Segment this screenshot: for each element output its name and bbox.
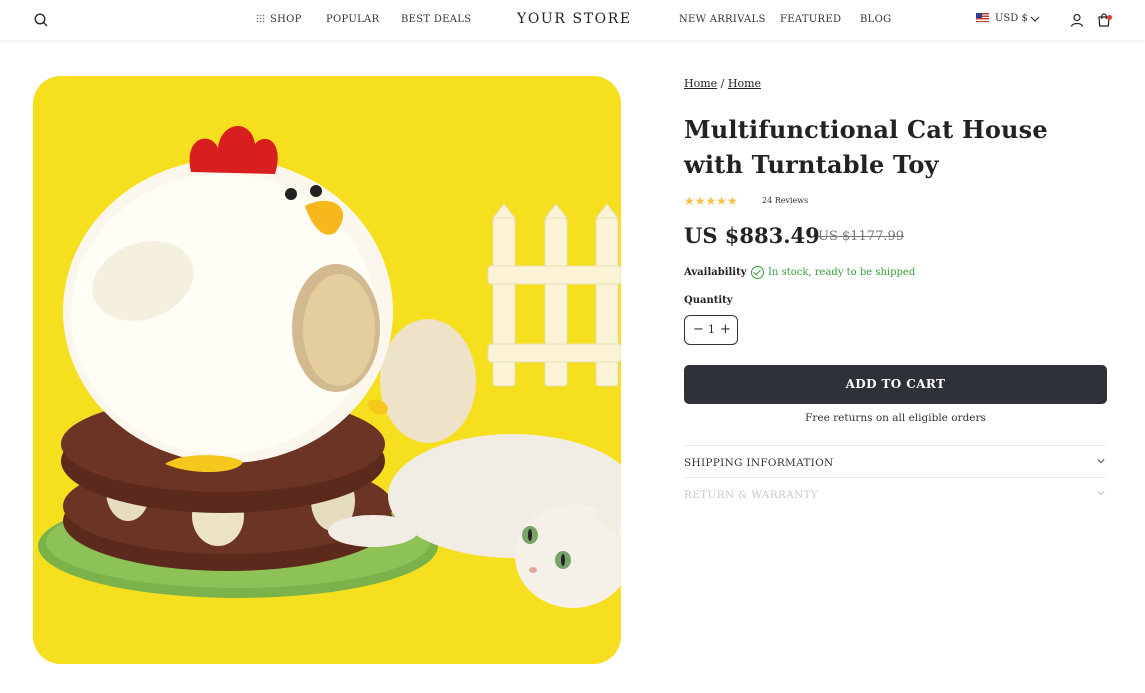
free-returns-note: Free returns on all eligible orders [805,412,986,424]
chevron-down-icon [1097,459,1105,464]
nav-popular[interactable]: POPULAR [326,14,379,25]
accordion-return-warranty[interactable]: RETURN & WARRANTY [684,480,1107,508]
decrease-quantity-button[interactable]: − [693,322,704,337]
chevron-down-icon[interactable] [1029,13,1041,25]
nav-featured[interactable]: FEATURED [780,14,841,25]
nav-shop[interactable]: SHOP [256,14,302,25]
store-logo[interactable]: YOUR STORE [517,11,632,27]
breadcrumb-home[interactable]: Home [684,77,717,90]
reviews-count[interactable]: 24 Reviews [762,196,808,205]
currency-selector[interactable]: USD $ [976,13,1028,24]
nav-best-deals[interactable]: BEST DEALS [401,14,471,25]
site-header: SHOP POPULAR BEST DEALS YOUR STORE NEW A… [0,0,1145,40]
add-to-cart-button[interactable]: ADD TO CART [684,365,1107,404]
accordion-shipping[interactable]: SHIPPING INFORMATION [684,448,1107,476]
availability-label: Availability [684,267,747,278]
accordion-return-label: RETURN & WARRANTY [684,489,819,501]
product-title: Multifunctional Cat House with Turntable… [684,115,1048,179]
us-flag-icon [976,13,989,22]
availability-status: In stock, ready to be shipped [768,267,916,278]
search-icon[interactable] [33,12,49,28]
cart-badge [1107,15,1112,20]
product-price: US $883.49 [684,223,820,248]
grid-icon [256,14,265,23]
chevron-down-icon [1097,491,1105,496]
quantity-label: Quantity [684,295,733,306]
breadcrumb-current[interactable]: Home [728,77,761,90]
compare-price: US $1177.99 [818,229,905,244]
accordion-shipping-label: SHIPPING INFORMATION [684,457,834,469]
account-icon[interactable] [1069,12,1085,28]
breadcrumb: Home / Home [684,77,762,90]
quantity-value[interactable]: 1 [708,323,715,336]
divider [684,445,1107,446]
check-circle-icon [751,266,764,279]
divider [684,477,1107,478]
rating-stars: ★★★★★ [684,194,738,208]
nav-new-arrivals[interactable]: NEW ARRIVALS [679,14,766,25]
nav-blog[interactable]: BLOG [860,14,891,25]
product-image[interactable] [33,76,621,664]
quantity-stepper[interactable]: − 1 + [684,315,738,345]
increase-quantity-button[interactable]: + [720,322,731,337]
